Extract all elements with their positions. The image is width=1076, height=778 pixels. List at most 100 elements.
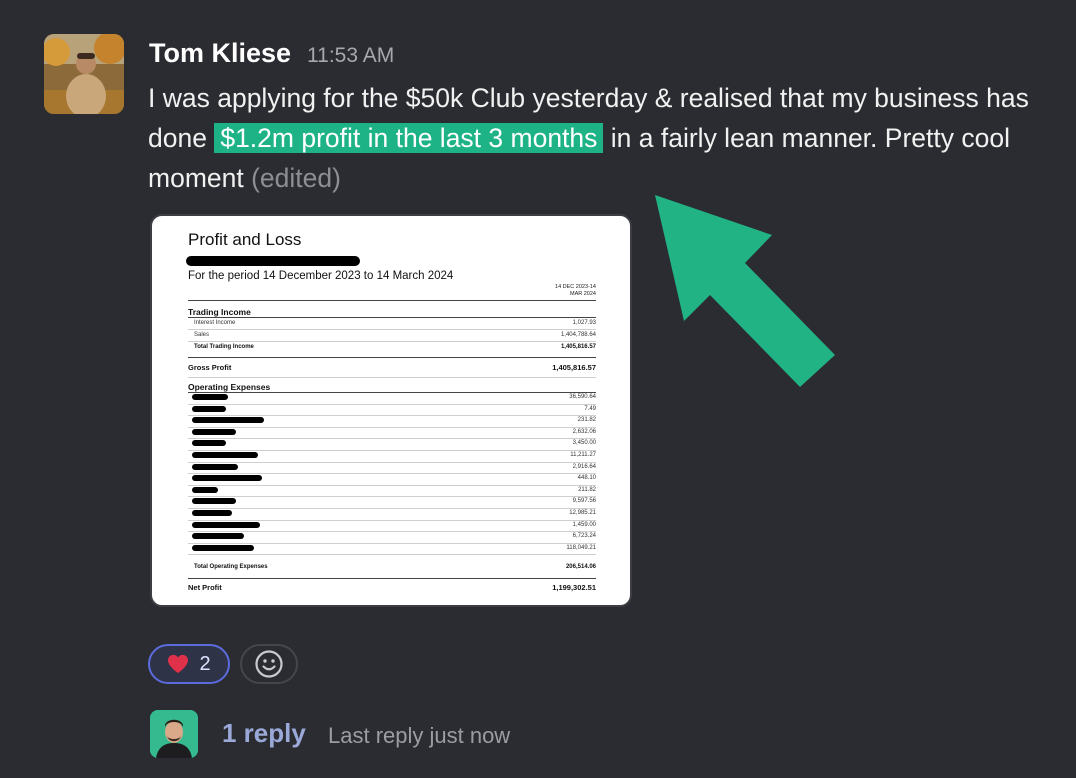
- redaction-bar: [192, 405, 226, 412]
- expense-row: 1,459.00: [188, 521, 596, 528]
- divider: [188, 531, 596, 533]
- expense-value: 3,450.00: [572, 440, 596, 447]
- pl-row-value: 1,404,788.64: [560, 332, 596, 338]
- pl-row-value: 1,027.93: [572, 320, 596, 326]
- thread-last-reply: Last reply just now: [328, 723, 511, 748]
- pl-row-label: Gross Profit: [188, 363, 232, 372]
- divider: [188, 317, 596, 318]
- add-reaction-icon: [255, 650, 283, 678]
- divider: [188, 392, 596, 393]
- expense-value: 12,985.21: [569, 510, 596, 516]
- redaction-bar: [192, 452, 258, 458]
- pl-column-header-line2: MAR 2024: [570, 291, 596, 297]
- heart-reaction-count: 2: [199, 652, 211, 675]
- pl-period: For the period 14 December 2023 to 14 Ma…: [188, 270, 454, 282]
- pl-row-net-profit: Net Profit 1,199,302.51: [188, 583, 596, 592]
- expense-value: 36,590.64: [569, 394, 596, 400]
- sender-name[interactable]: Tom Kliese: [149, 38, 291, 69]
- divider: [188, 484, 596, 486]
- highlighted-text: $1.2m profit in the last 3 months: [214, 123, 604, 153]
- expense-value: 448.10: [577, 475, 596, 482]
- divider: [188, 415, 596, 417]
- divider: [188, 341, 596, 342]
- pl-row-value: 1,405,816.57: [552, 363, 596, 372]
- expense-value: 231.82: [577, 417, 596, 424]
- redaction-bar: [192, 486, 218, 493]
- expense-row: 12,985.21: [188, 510, 596, 516]
- expense-value: 2,632.06: [572, 428, 596, 435]
- message-timestamp[interactable]: 11:53 AM: [307, 44, 394, 68]
- message-header: Tom Kliese 11:53 AM: [149, 38, 394, 69]
- reply-avatar[interactable]: [150, 710, 198, 758]
- redaction-bar: [192, 521, 260, 528]
- redaction-bar: [192, 440, 226, 447]
- pl-row-total-trading: Total Trading Income 1,405,816.57: [188, 344, 596, 350]
- pl-row-label: Interest Income: [194, 320, 236, 326]
- expense-row: 3,450.00: [188, 440, 596, 447]
- divider: [188, 542, 596, 544]
- redaction-bar: [192, 498, 236, 505]
- heart-reaction-button[interactable]: 2: [148, 644, 230, 684]
- divider: [188, 461, 596, 463]
- pl-row-value: 1,199,302.51: [552, 583, 596, 592]
- divider: [188, 403, 596, 405]
- pl-row-label: Net Profit: [188, 583, 222, 592]
- reactions-bar: 2: [148, 644, 298, 684]
- divider: [188, 507, 596, 509]
- pl-row-label: Total Trading Income: [194, 344, 254, 350]
- add-reaction-button[interactable]: [240, 644, 298, 684]
- pl-title: Profit and Loss: [188, 230, 302, 249]
- redaction-bar: [192, 533, 244, 540]
- expense-row: 9,597.56: [188, 498, 596, 505]
- divider: [188, 554, 596, 556]
- pl-column-header: 14 DEC 2023-14 MAR 2024: [555, 284, 596, 298]
- heart-icon: [168, 654, 189, 674]
- divider: [188, 329, 596, 330]
- expense-row: 448.10: [188, 475, 596, 482]
- redaction-bar: [186, 256, 360, 266]
- expense-value: 211.82: [578, 486, 596, 493]
- expense-row: 6,723.24: [188, 533, 596, 540]
- divider: [188, 377, 596, 378]
- redaction-bar: [192, 463, 238, 470]
- redaction-bar: [192, 544, 254, 551]
- redaction-bar: [192, 428, 236, 435]
- expense-value: 1,459.00: [572, 521, 596, 528]
- expense-row: 231.82: [188, 417, 596, 424]
- pl-trading-income-heading: Trading Income: [188, 307, 251, 317]
- divider: [188, 578, 596, 579]
- expense-value: 9,597.56: [572, 498, 596, 505]
- pl-row-interest: Interest Income 1,027.93: [188, 320, 596, 326]
- divider: [188, 496, 596, 498]
- redaction-bar: [192, 475, 262, 482]
- expense-value: 2,916.64: [572, 463, 596, 470]
- message-text: I was applying for the $50k Club yesterd…: [148, 78, 1068, 198]
- sender-avatar[interactable]: [44, 34, 124, 114]
- expense-row: 2,632.06: [188, 428, 596, 435]
- expense-value: 6,723.24: [572, 533, 596, 540]
- divider: [188, 449, 596, 451]
- pl-row-sales: Sales 1,404,788.64: [188, 332, 596, 338]
- expense-value: 11,211.27: [570, 452, 596, 458]
- pl-row-gross-profit: Gross Profit 1,405,816.57: [188, 363, 596, 372]
- thread-reply-count-link[interactable]: 1 reply: [222, 718, 306, 749]
- attachment-image[interactable]: Profit and Loss For the period 14 Decemb…: [150, 214, 632, 607]
- pl-operating-expenses-heading: Operating Expenses: [188, 382, 271, 392]
- expense-row: 36,590.64: [188, 394, 596, 400]
- pl-row-label: Total Operating Expenses: [194, 564, 268, 570]
- expense-row: 11,211.27: [188, 452, 596, 458]
- divider: [188, 473, 596, 475]
- expense-row: 118,049.21: [188, 544, 596, 551]
- pl-row-value: 1,405,816.57: [560, 344, 596, 350]
- pl-row-label: Sales: [194, 332, 210, 338]
- divider: [188, 519, 596, 521]
- expense-value: 118,049.21: [566, 544, 596, 551]
- divider: [188, 438, 596, 440]
- divider: [188, 426, 596, 428]
- edited-label: (edited): [251, 163, 341, 193]
- expense-row: 2,916.64: [188, 463, 596, 470]
- pl-column-header-line1: 14 DEC 2023-14: [555, 284, 596, 290]
- expense-row: 7.49: [188, 405, 596, 412]
- redaction-bar: [192, 510, 232, 516]
- pl-row-value: 206,514.06: [565, 564, 596, 570]
